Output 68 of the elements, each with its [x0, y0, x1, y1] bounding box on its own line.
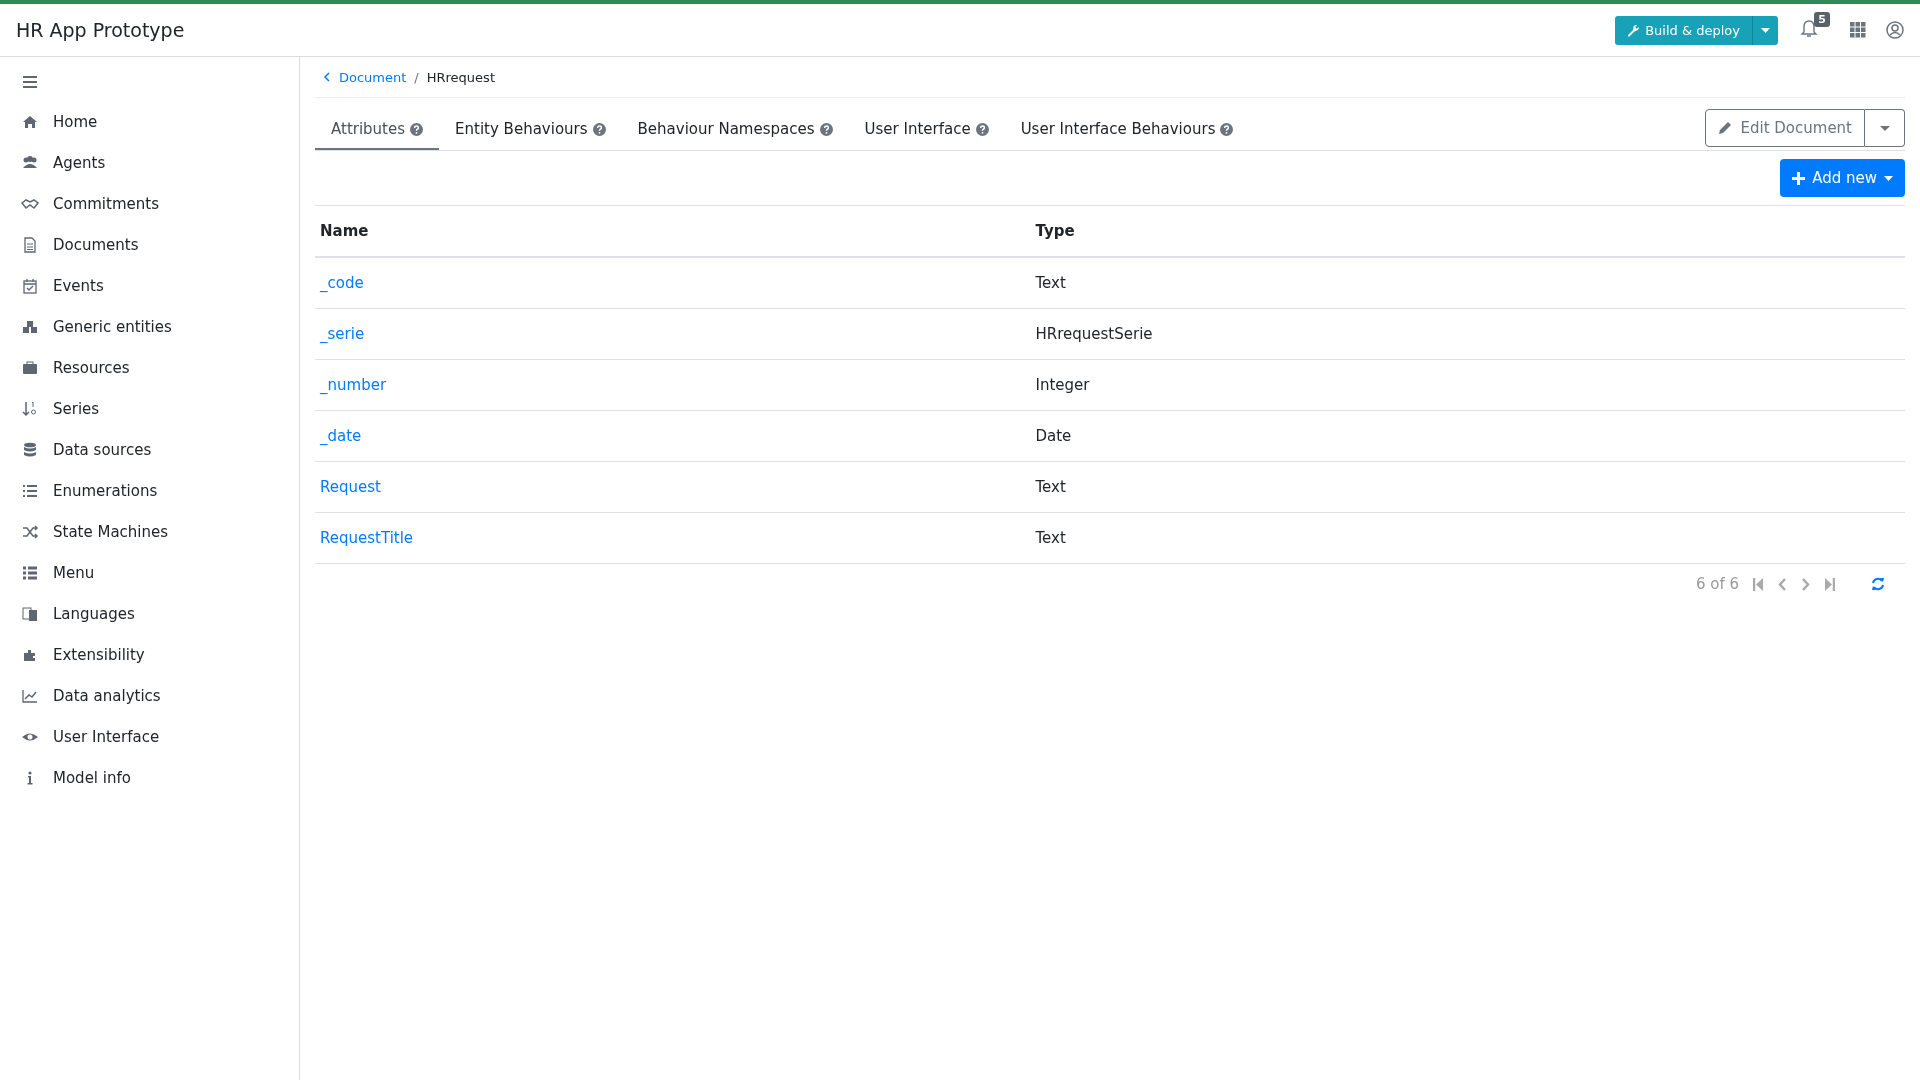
database-icon [21, 440, 39, 459]
sidebar-item[interactable]: Menu [0, 552, 299, 593]
sidebar-item[interactable]: Extensibility [0, 634, 299, 675]
tab[interactable]: Behaviour Namespaces [621, 110, 849, 150]
caret-icon [1884, 175, 1893, 181]
sidebar-item[interactable]: Agents [0, 142, 299, 183]
app-title: HR App Prototype [16, 19, 186, 41]
table-cell: Text [1030, 512, 1905, 564]
attribute-link[interactable]: _date [320, 427, 362, 445]
table-cell: Text [1030, 461, 1905, 513]
tab[interactable]: User Interface [848, 110, 1005, 150]
help-icon[interactable] [1220, 122, 1234, 136]
sidebar-item[interactable]: Generic entities [0, 306, 299, 347]
apps-grid-icon[interactable] [1850, 22, 1866, 38]
attribute-link[interactable]: _serie [320, 325, 365, 343]
menu-icon[interactable] [22, 75, 38, 89]
sort-numeric-icon [21, 399, 39, 418]
sidebar-item[interactable]: Languages [0, 593, 299, 634]
sidebar-item[interactable]: Home [0, 101, 299, 142]
help-icon[interactable] [819, 122, 833, 136]
suitcase-icon [21, 358, 39, 377]
sidebar-item[interactable]: Data analytics [0, 675, 299, 716]
back-chevron-icon[interactable] [323, 72, 331, 82]
breadcrumb-current: HRrequest [426, 69, 495, 85]
notification-count-badge: 5 [1814, 12, 1830, 27]
table-cell: Date [1030, 410, 1905, 462]
plus-icon [1792, 171, 1806, 185]
page-summary: 6 of 6 [1695, 575, 1739, 593]
help-icon[interactable] [975, 122, 989, 136]
column-header: Type [1030, 206, 1905, 257]
dropdown-toggle-button[interactable] [1865, 109, 1905, 147]
sidebar-item[interactable]: Resources [0, 347, 299, 388]
column-header: Name [315, 206, 1031, 257]
edit-document-button[interactable]: Edit Document [1705, 109, 1865, 147]
sidebar-item[interactable]: Model info [0, 757, 299, 798]
wrench-icon [1627, 23, 1641, 37]
attribute-link[interactable]: Request [320, 478, 381, 496]
sidebar-item[interactable]: Data sources [0, 429, 299, 470]
tab[interactable]: Entity Behaviours [439, 110, 622, 150]
breadcrumb-link[interactable]: Document [339, 69, 407, 85]
add-new-button[interactable]: Add new [1780, 159, 1905, 197]
user-icon[interactable] [1886, 21, 1904, 39]
document-icon [21, 235, 39, 254]
sidebar-item[interactable]: Documents [0, 224, 299, 265]
attribute-link[interactable]: RequestTitle [320, 529, 414, 547]
table-cell: Text [1030, 257, 1905, 309]
sidebar-item[interactable]: Events [0, 265, 299, 306]
tab[interactable]: User Interface Behaviours [1004, 110, 1250, 150]
tab[interactable]: Attributes [315, 110, 440, 150]
calendar-icon [21, 276, 39, 295]
caret-icon [1879, 125, 1890, 131]
sidebar-item[interactable]: Commitments [0, 183, 299, 224]
refresh-button[interactable] [1871, 577, 1885, 591]
attribute-link[interactable]: _number [320, 376, 387, 394]
sidebar-item[interactable]: User Interface [0, 716, 299, 757]
caret-icon [1761, 27, 1770, 33]
help-icon[interactable] [592, 122, 606, 136]
sidebar-item[interactable]: State Machines [0, 511, 299, 552]
attribute-link[interactable]: _code [320, 274, 364, 292]
sidebar-item[interactable]: Series [0, 388, 299, 429]
shuffle-icon [21, 522, 39, 541]
table-cell: Integer [1030, 359, 1905, 411]
sidebar-item[interactable]: Enumerations [0, 470, 299, 511]
pencil-icon [1718, 121, 1733, 135]
table-cell: HRrequestSerie [1030, 308, 1905, 360]
help-icon[interactable] [410, 122, 424, 136]
breadcrumb-separator: / [414, 69, 419, 85]
bell-icon[interactable] [1800, 19, 1818, 39]
